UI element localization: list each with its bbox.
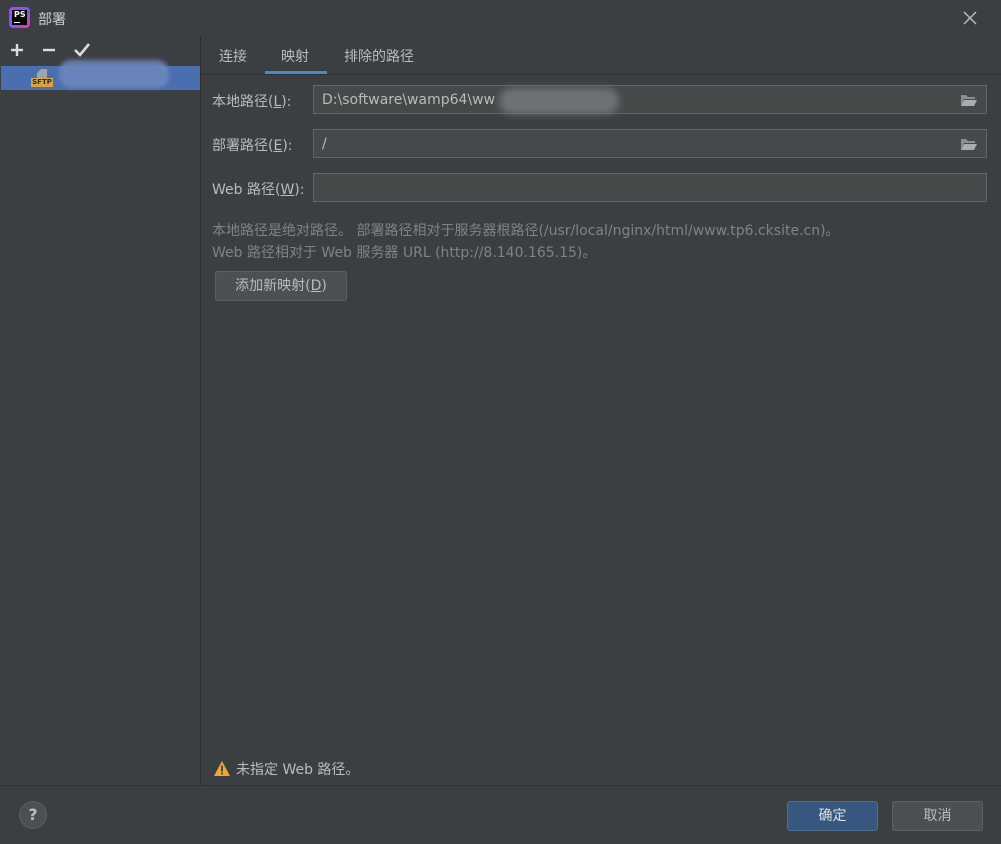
redacted-path-segment: [499, 88, 619, 114]
path-hint-line-2: Web 路径相对于 Web 服务器 URL (http://8.140.165.…: [212, 245, 597, 261]
deployment-path-label: 部署路径(E):: [212, 138, 293, 154]
browse-folder-icon[interactable]: [960, 93, 978, 107]
active-tab-indicator: [265, 71, 327, 74]
local-path-field[interactable]: D:\software\wamp64\ww: [313, 85, 987, 114]
tab-connection[interactable]: 连接: [219, 46, 247, 74]
add-new-mapping-button[interactable]: 添加新映射(D): [215, 271, 347, 301]
browse-folder-icon[interactable]: [960, 137, 978, 151]
deployment-path-value: /: [322, 136, 327, 152]
checkmark-icon: [74, 43, 91, 57]
warning-icon: [214, 761, 230, 776]
ok-button[interactable]: 确定: [787, 801, 878, 831]
path-hint-line-1: 本地路径是绝对路径。 部署路径相对于服务器根路径(/usr/local/ngin…: [212, 223, 840, 239]
cancel-button[interactable]: 取消: [892, 801, 983, 831]
close-button[interactable]: [958, 7, 982, 29]
phpstorm-app-icon: PS: [9, 7, 30, 28]
server-list-item[interactable]: SFTP: [1, 60, 200, 90]
web-path-field[interactable]: [313, 173, 987, 202]
set-default-server-button[interactable]: [72, 40, 92, 60]
tab-bar: 连接 映射 排除的路径: [202, 36, 1001, 75]
window-title: 部署: [38, 12, 66, 28]
plus-icon: [11, 44, 23, 56]
dialog-footer: ? 确定 取消: [0, 785, 1001, 844]
local-path-value: D:\software\wamp64\ww: [322, 92, 496, 108]
warning-text: 未指定 Web 路径。: [236, 762, 360, 778]
tab-mappings[interactable]: 映射: [281, 46, 309, 74]
minus-icon: [43, 48, 55, 52]
web-path-label: Web 路径(W):: [212, 182, 305, 198]
server-list-panel: SFTP: [0, 36, 201, 785]
close-icon: [963, 11, 977, 25]
add-server-button[interactable]: [7, 40, 27, 60]
local-path-label: 本地路径(L):: [212, 94, 292, 110]
tab-excluded-paths[interactable]: 排除的路径: [344, 46, 414, 74]
deployment-path-field[interactable]: /: [313, 129, 987, 158]
help-button[interactable]: ?: [19, 801, 47, 829]
title-bar: PS 部署: [0, 0, 1001, 36]
redacted-server-name: [59, 60, 169, 88]
remove-server-button[interactable]: [39, 40, 59, 60]
sftp-server-icon: SFTP: [31, 69, 53, 87]
